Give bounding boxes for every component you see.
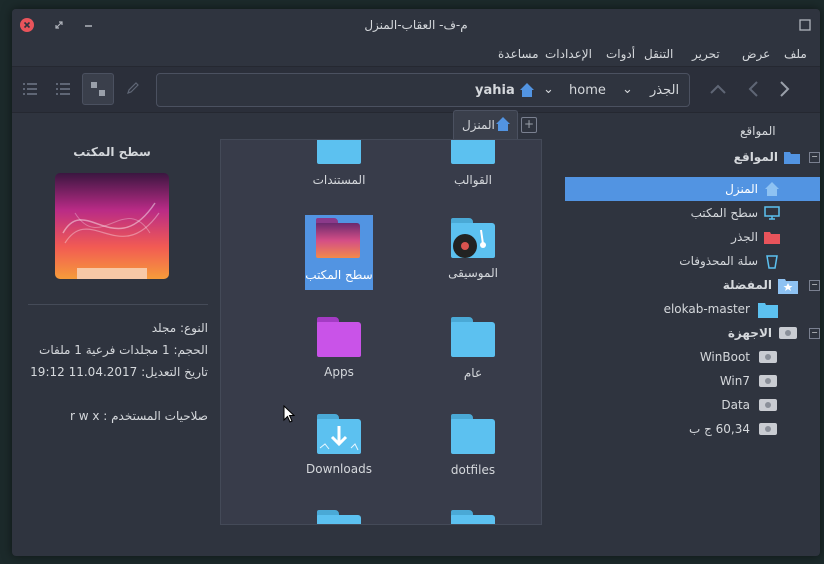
folder-public[interactable]: عام xyxy=(425,310,521,390)
favorites-folder-icon xyxy=(778,276,798,297)
info-title: سطح المكتب xyxy=(73,145,151,159)
sidebar-item-root[interactable]: الجذر xyxy=(565,225,820,249)
list-view-button[interactable] xyxy=(22,81,38,100)
detail-list-icon xyxy=(23,83,37,95)
folder-downloads[interactable]: Downloads xyxy=(291,407,387,487)
folder-icon xyxy=(784,150,800,167)
breadcrumb[interactable]: الجذر ⌄ home ⌄ yahia xyxy=(156,73,690,107)
info-panel: سطح المكتب النوع: مجلد الحجم: 1 مجلدات ف… xyxy=(12,111,220,556)
forward-button[interactable] xyxy=(778,80,792,101)
arrow-up-icon xyxy=(710,84,726,94)
arrow-right-icon xyxy=(780,81,790,97)
crumb-home[interactable]: home xyxy=(569,83,606,98)
folder-documents[interactable]: المستندات xyxy=(291,140,387,190)
places-section-header[interactable]: − المواقع xyxy=(565,145,820,169)
sidebar-item-trash[interactable]: سلة المحذوفات xyxy=(565,249,820,273)
menu-view[interactable]: عرض xyxy=(742,47,770,61)
drive-icon xyxy=(778,325,798,344)
up-button[interactable] xyxy=(709,81,727,100)
arrow-left-icon xyxy=(748,81,758,97)
crumb-root[interactable]: الجذر xyxy=(650,83,679,98)
info-type: النوع: مجلد xyxy=(151,321,208,335)
crumb-yahia[interactable]: yahia xyxy=(475,83,515,98)
folder-icon[interactable] xyxy=(317,510,361,524)
chevron-down-icon[interactable]: ⌄ xyxy=(622,82,633,97)
folder-icon xyxy=(758,300,778,321)
info-modified: تاريخ التعديل: 11.04.2017 19:12 xyxy=(30,365,208,379)
chevron-down-icon[interactable]: ⌄ xyxy=(543,82,554,97)
folder-icon xyxy=(451,140,495,164)
edit-path-button[interactable] xyxy=(126,81,140,98)
sidebar-item-data[interactable]: Data xyxy=(565,393,820,417)
info-permissions: صلاحيات المستخدم : r w x xyxy=(69,409,208,423)
places-panel: − المواقع المنزل سطح المكتب الجذر سلة ال… xyxy=(553,145,820,445)
sidebar-item-elokab-master[interactable]: elokab-master xyxy=(565,297,820,321)
sidebar-item-home[interactable]: المنزل xyxy=(565,177,820,201)
file-grid: القوالب المستندات الموسيقى سطح المكتب عا… xyxy=(220,139,542,525)
downloads-folder-icon xyxy=(317,414,361,454)
menu-file[interactable]: ملف xyxy=(784,47,807,61)
home-icon xyxy=(495,116,511,135)
favorites-section-header[interactable]: − المفضلة xyxy=(565,273,820,297)
folder-icon xyxy=(451,414,495,454)
toolbar: الجذر ⌄ home ⌄ yahia xyxy=(12,66,820,113)
drive-icon xyxy=(758,421,778,440)
purple-folder-icon xyxy=(317,317,361,357)
info-size: الحجم: 1 مجلدات فرعية 1 ملفات xyxy=(39,343,208,357)
folder-templates[interactable]: القوالب xyxy=(425,140,521,190)
menu-help[interactable]: مساعدة xyxy=(498,47,539,61)
compact-list-icon xyxy=(56,83,70,95)
back-button[interactable] xyxy=(746,80,760,101)
icon-view-button[interactable] xyxy=(82,73,114,105)
icon-grid-icon xyxy=(91,82,105,96)
documents-folder-icon xyxy=(317,140,361,164)
devices-section-header[interactable]: − الاجهزة xyxy=(565,321,820,345)
tab-bar: المنزل + xyxy=(453,110,543,139)
mouse-cursor xyxy=(283,404,296,426)
tab-label: المنزل xyxy=(462,118,495,132)
file-manager-window: م-ف- العقاب-المنزل ملف عرض تحرير التنقل … xyxy=(12,9,820,556)
drive-icon xyxy=(758,373,778,392)
pencil-icon xyxy=(127,82,139,94)
desktop-folder-icon xyxy=(316,218,360,258)
sidebar-item-desktop[interactable]: سطح المكتب xyxy=(565,201,820,225)
red-folder-icon xyxy=(764,230,780,247)
monitor-icon xyxy=(764,206,780,223)
menu-navigate[interactable]: التنقل xyxy=(644,47,673,61)
title-bar: م-ف- العقاب-المنزل xyxy=(12,9,820,41)
sidebar-item-winboot[interactable]: WinBoot xyxy=(565,345,820,369)
folder-desktop[interactable]: سطح المكتب xyxy=(305,215,373,290)
home-icon xyxy=(519,82,535,101)
trash-icon xyxy=(764,253,780,272)
sidebar-item-drive-60gb[interactable]: 60,34 ج ب xyxy=(565,417,820,441)
menu-edit[interactable]: تحرير xyxy=(692,47,720,61)
new-tab-button[interactable]: + xyxy=(521,117,537,133)
separator xyxy=(28,304,208,305)
sidebar-item-win7[interactable]: Win7 xyxy=(565,369,820,393)
window-title: م-ف- العقاب-المنزل xyxy=(364,18,468,32)
menu-bar: ملف عرض تحرير التنقل أدوات الإعدادات مسا… xyxy=(12,41,820,65)
folder-icon xyxy=(451,317,495,357)
folder-dotfiles[interactable]: dotfiles xyxy=(425,407,521,487)
tab-home[interactable]: المنزل xyxy=(453,110,518,139)
preview-image xyxy=(55,173,169,279)
music-folder-icon xyxy=(451,218,495,258)
folder-music[interactable]: الموسيقى xyxy=(425,210,521,290)
fullscreen-button[interactable] xyxy=(798,18,812,32)
compact-view-button[interactable] xyxy=(55,81,71,100)
collapse-icon[interactable]: − xyxy=(809,328,820,339)
menu-tools[interactable]: أدوات xyxy=(606,47,635,61)
home-icon xyxy=(764,181,780,200)
folder-icon[interactable] xyxy=(451,510,495,524)
collapse-icon[interactable]: − xyxy=(809,152,820,163)
collapse-icon[interactable]: − xyxy=(809,280,820,291)
sidebar-header: المواقع xyxy=(740,124,776,138)
folder-apps[interactable]: Apps xyxy=(291,310,387,390)
fullscreen-icon xyxy=(799,19,811,31)
drive-icon xyxy=(758,397,778,416)
menu-settings[interactable]: الإعدادات xyxy=(545,47,592,61)
drive-icon xyxy=(758,349,778,368)
